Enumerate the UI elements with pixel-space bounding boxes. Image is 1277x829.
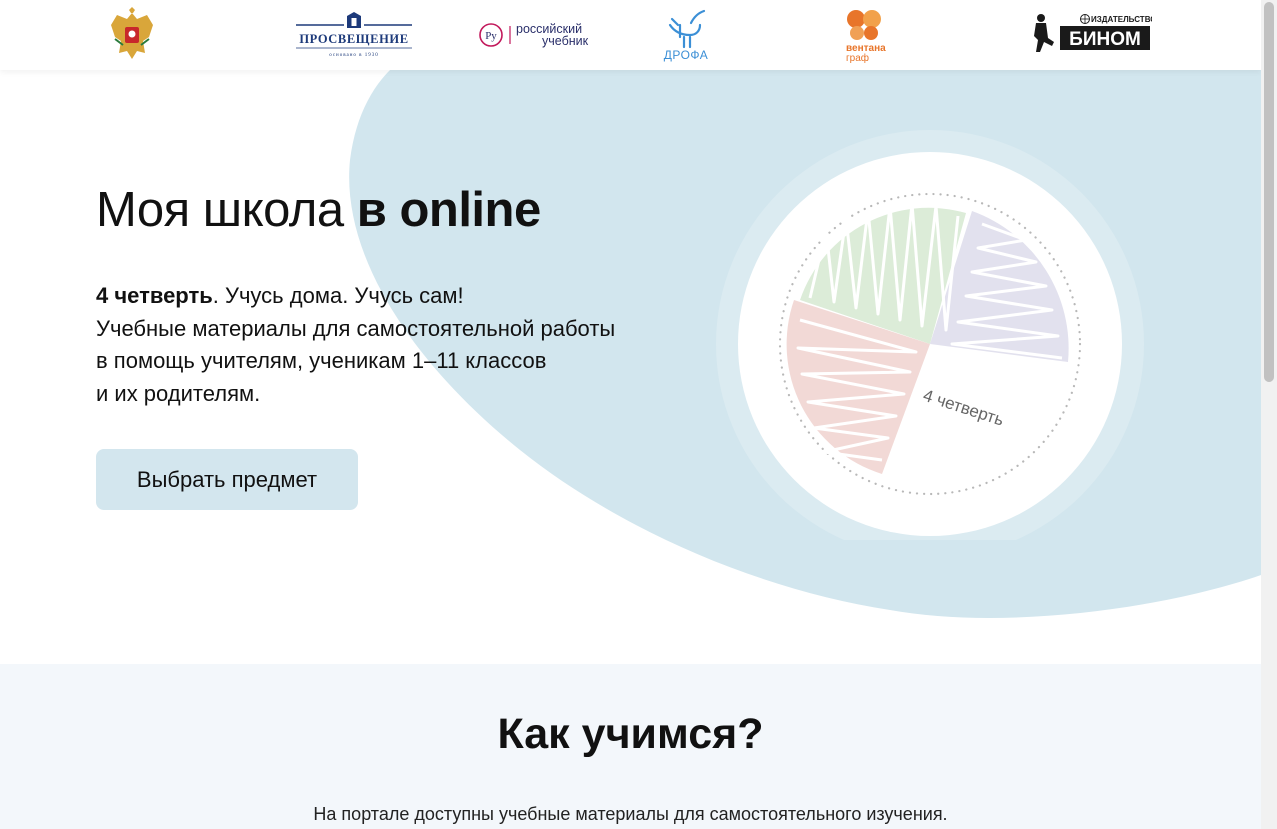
binom-mark: ИЗДАТЕЛЬСТВО БИНОМ (1034, 14, 1152, 52)
ventana-graf-mark: вентана граф (846, 10, 886, 63)
ventana-graf-logo[interactable]: вентана граф (840, 6, 892, 64)
partner-header: ПРОСВЕЩЕНИЕ основано в 1930 Ру российски… (0, 0, 1261, 70)
section-description: На портале доступны учебные материалы дл… (313, 804, 948, 824)
hero-line-3: и их родителям. (96, 380, 261, 406)
coat-of-arms-logo[interactable] (104, 6, 160, 64)
bird-icon (668, 9, 706, 49)
lead-rest: . Учусь дома. Учусь сам! (212, 283, 464, 308)
drofa-logo[interactable]: ДРОФА (658, 6, 714, 64)
hero-lead: 4 четверть. Учусь дома. Учусь сам! (96, 280, 615, 313)
page-title: Моя школа в online (96, 182, 541, 238)
scrollbar-thumb[interactable] (1264, 2, 1274, 382)
drofa-label: ДРОФА (664, 48, 709, 62)
school-building-icon (347, 12, 361, 28)
hero-section: Моя школа в online 4 четверть. Учусь дом… (0, 70, 1261, 664)
scrollbar[interactable] (1261, 0, 1277, 829)
lead-bold: 4 четверть (96, 283, 213, 308)
russian-textbook-line2: учебник (542, 34, 589, 48)
hero-line-2: в помощь учителям, ученикам 1–11 классов (96, 348, 547, 373)
section-title: Как учимся? (497, 710, 764, 758)
double-headed-eagle-icon (111, 7, 153, 59)
seated-figure-icon (1034, 14, 1054, 52)
prosveshchenie-label: ПРОСВЕЩЕНИЕ (299, 32, 408, 46)
page: ПРОСВЕЩЕНИЕ основано в 1930 Ру российски… (0, 0, 1277, 829)
globe-icon (1080, 14, 1090, 24)
butterfly-icon (847, 10, 881, 40)
hero-description: 4 четверть. Учусь дома. Учусь сам! Учебн… (96, 280, 615, 410)
prosveshchenie-mark: ПРОСВЕЩЕНИЕ основано в 1930 (296, 12, 412, 58)
drofa-mark: ДРОФА (664, 9, 709, 62)
russian-textbook-mark: Ру российский учебник (479, 22, 589, 48)
russian-textbook-logo[interactable]: Ру российский учебник (478, 6, 602, 64)
quarter-illustration: 4 четверть (716, 130, 1144, 540)
title-bold: в online (356, 183, 542, 237)
binom-label: БИНОМ (1069, 29, 1141, 50)
prosveshchenie-sublabel: основано в 1930 (329, 53, 379, 58)
how-we-learn-section: Как учимся? На портале доступны учебные … (0, 664, 1261, 829)
prosveshchenie-logo[interactable]: ПРОСВЕЩЕНИЕ основано в 1930 (294, 6, 414, 64)
binom-logo[interactable]: ИЗДАТЕЛЬСТВО БИНОМ (1028, 6, 1152, 64)
svg-text:Ру: Ру (485, 30, 497, 42)
binom-top-label: ИЗДАТЕЛЬСТВО (1091, 15, 1152, 24)
title-regular: Моя школа (96, 183, 344, 237)
choose-subject-button[interactable]: Выбрать предмет (96, 449, 358, 510)
hero-line-1: Учебные материалы для самостоятельной ра… (96, 315, 616, 341)
ventana-graf-line2: граф (846, 52, 869, 63)
